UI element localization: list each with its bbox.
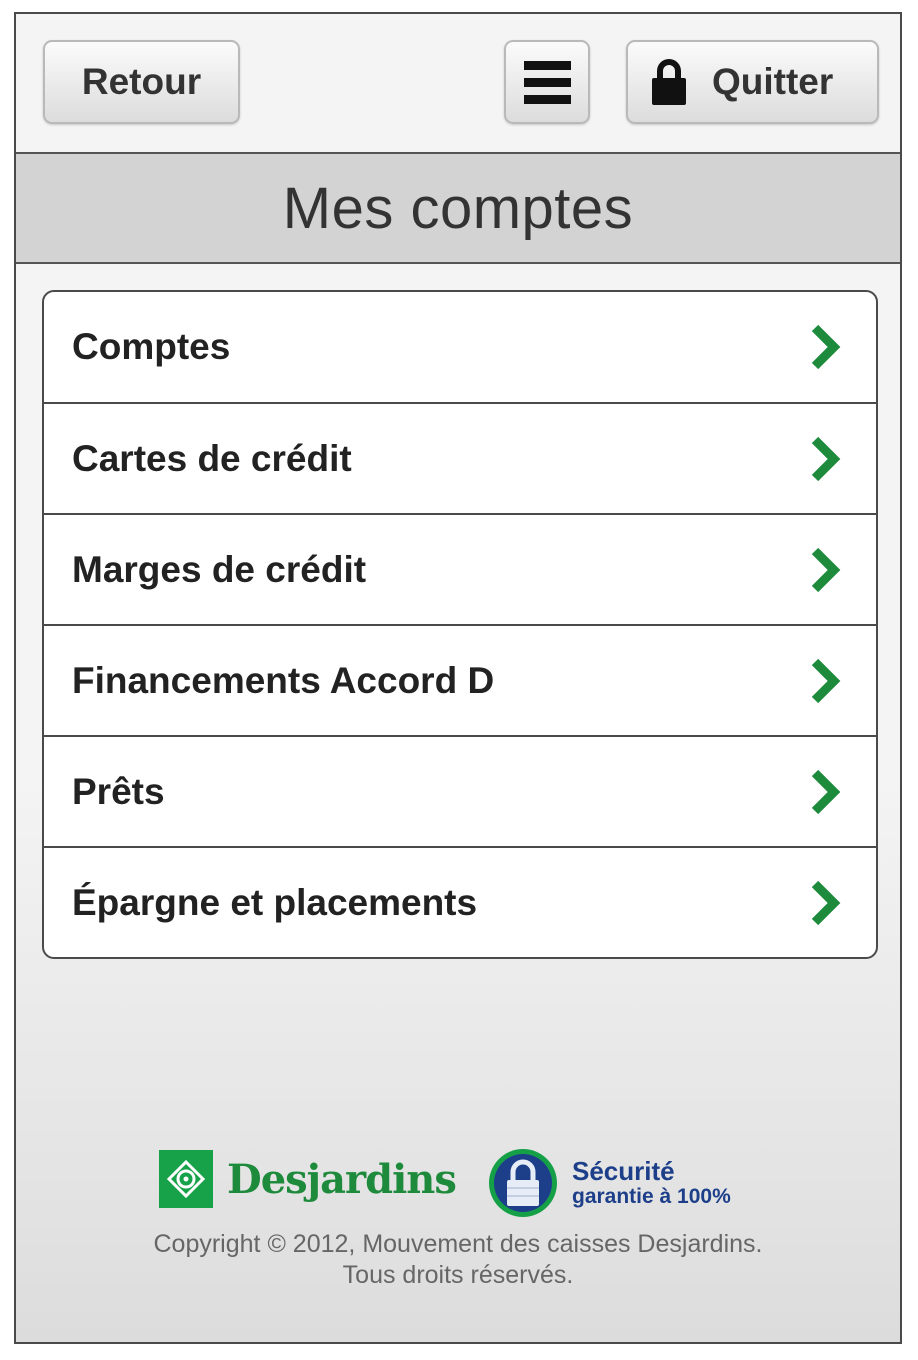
chevron-right-icon	[811, 547, 841, 592]
accounts-menu-list: Comptes Cartes de crédit Marges de crédi…	[42, 290, 878, 959]
lock-icon	[652, 59, 686, 105]
menu-item-label: Comptes	[72, 326, 231, 367]
menu-item-label: Marges de crédit	[72, 548, 367, 590]
menu-item-prets[interactable]: Prêts	[44, 735, 876, 846]
menu-button[interactable]	[504, 40, 590, 124]
desjardins-logo: Desjardins	[159, 1150, 457, 1208]
security-badge: Sécurité garantie à 100%	[488, 1148, 731, 1218]
desjardins-logo-icon	[159, 1150, 213, 1208]
copyright-text: Copyright © 2012, Mouvement des caisses …	[16, 1229, 900, 1291]
back-button[interactable]: Retour	[43, 40, 240, 124]
menu-item-financements-accord-d[interactable]: Financements Accord D	[44, 624, 876, 735]
security-title: Sécurité	[572, 1156, 675, 1187]
menu-item-comptes[interactable]: Comptes	[44, 292, 876, 402]
quit-button[interactable]: Quitter	[626, 40, 879, 124]
copyright-line-2: Tous droits réservés.	[342, 1261, 574, 1289]
chevron-right-icon	[811, 324, 841, 370]
hamburger-menu-icon	[523, 60, 571, 104]
app-frame: Retour Quitter Mes comptes Comptes Carte…	[14, 12, 902, 1344]
chevron-right-icon	[811, 658, 841, 703]
chevron-right-icon	[811, 880, 841, 925]
chevron-right-icon	[811, 769, 841, 814]
menu-item-marges-de-credit[interactable]: Marges de crédit	[44, 513, 876, 624]
security-padlock-icon	[489, 1149, 557, 1217]
menu-item-epargne-et-placements[interactable]: Épargne et placements	[44, 846, 876, 957]
chevron-right-icon	[811, 436, 841, 481]
menu-item-cartes-de-credit[interactable]: Cartes de crédit	[44, 402, 876, 513]
menu-item-label: Épargne et placements	[72, 881, 478, 923]
menu-item-label: Cartes de crédit	[72, 437, 352, 479]
footer-logos: Desjardins Sécurité garantie à 100%	[16, 1148, 900, 1228]
back-button-label: Retour	[81, 61, 202, 102]
menu-item-label: Financements Accord D	[72, 659, 495, 701]
title-bar: Mes comptes	[16, 154, 900, 264]
security-subtitle: garantie à 100%	[572, 1184, 731, 1208]
copyright-line-1: Copyright © 2012, Mouvement des caisses …	[153, 1230, 763, 1258]
quit-button-label: Quitter	[712, 61, 834, 102]
menu-item-label: Prêts	[72, 770, 165, 812]
page-title: Mes comptes	[282, 175, 634, 241]
top-toolbar: Retour Quitter	[16, 14, 900, 154]
desjardins-logo-text: Desjardins	[227, 1155, 457, 1203]
